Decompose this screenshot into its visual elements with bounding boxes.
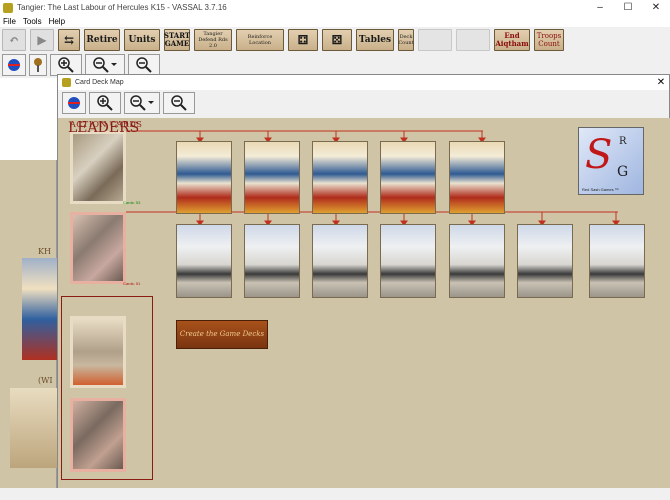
status-strip (0, 488, 670, 500)
logo-caption: Red Sash Games ™ (582, 187, 619, 192)
deck-map-zoom-select-icon[interactable] (124, 92, 160, 114)
maximize-icon[interactable]: ☐ (614, 2, 642, 13)
close-icon[interactable]: ✕ (642, 2, 670, 13)
dice-pair-icon[interactable]: ⚄ (322, 28, 352, 51)
action-deck-1[interactable] (70, 131, 126, 204)
deck-map-board: ACTION CARDS Cards: 53 Cards: 51 LEADERS… (58, 118, 670, 488)
card-deck-map-window: Card Deck Map ✕ ACTION CARDS Cards: 53 C… (57, 74, 670, 488)
deck-count-button[interactable]: Deck Count (398, 28, 414, 51)
vassal-app-icon (3, 2, 13, 13)
main-titlebar: Tangier: The Last Labour of Hercules K15… (0, 0, 670, 15)
building-card-6[interactable] (517, 224, 573, 298)
action-deck-2[interactable] (70, 212, 126, 284)
building-card-3[interactable] (312, 224, 368, 298)
deck-map-zoom-in-icon[interactable] (89, 92, 121, 114)
start-game-button[interactable]: START GAME (164, 28, 190, 51)
logo-letter-r: R (619, 136, 627, 147)
end-aiqtham-button[interactable]: End Aiqtham (494, 28, 530, 51)
deck1-count: Cards: 53 (123, 200, 141, 205)
step-forward-icon[interactable]: ▶ (30, 28, 54, 51)
building-card-7[interactable] (589, 224, 645, 298)
zoom-in-icon[interactable] (50, 54, 82, 76)
tent-card-4[interactable] (380, 141, 436, 214)
zoom-out-icon[interactable] (128, 54, 160, 76)
menu-tools[interactable]: Tools (23, 17, 42, 26)
building-card-5[interactable] (449, 224, 505, 298)
disabled-button-1 (418, 28, 452, 51)
main-map-label-mid: (WI (38, 376, 53, 385)
menu-file[interactable]: File (3, 17, 16, 26)
main-toolbar: ↶ ▶ ⇆ Retire Units START GAME Tangier De… (0, 27, 670, 52)
tent-card-2[interactable] (244, 141, 300, 214)
zoom-select-icon[interactable] (85, 54, 125, 76)
deck-map-toolbar (58, 90, 669, 116)
building-card-2[interactable] (244, 224, 300, 298)
deck-map-globe-icon[interactable] (62, 92, 86, 114)
deck-map-close-icon[interactable]: ✕ (653, 77, 669, 88)
menu-help[interactable]: Help (49, 17, 65, 26)
reinforce-location-button[interactable]: Reinforce Location (236, 28, 284, 51)
building-card-4[interactable] (380, 224, 436, 298)
tables-button[interactable]: Tables (356, 28, 394, 51)
deck2-count: Cards: 51 (123, 281, 141, 286)
building-card-1[interactable] (176, 224, 232, 298)
main-map-figure (10, 388, 57, 468)
main-map-blank (0, 78, 57, 160)
dice-icon[interactable]: ⚃ (288, 28, 318, 51)
tent-card-3[interactable] (312, 141, 368, 214)
retire-button[interactable]: Retire (84, 28, 120, 51)
main-map-tent-card (22, 258, 57, 360)
tent-card-1[interactable] (176, 141, 232, 214)
leader-card-2[interactable] (70, 398, 126, 472)
tent-card-5[interactable] (449, 141, 505, 214)
disabled-button-2 (456, 28, 490, 51)
menubar: File Tools Help (0, 15, 670, 27)
main-map-label-top: KH (38, 247, 51, 256)
deck-map-title: Card Deck Map (75, 79, 124, 86)
minimize-icon[interactable]: – (586, 2, 614, 13)
logo-letter-s: S (585, 132, 613, 178)
leaders-label: LEADERS (68, 120, 140, 136)
units-button[interactable]: Units (124, 28, 160, 51)
logo-letter-g: G (617, 164, 629, 180)
deck-map-app-icon (62, 78, 71, 87)
window-title: Tangier: The Last Labour of Hercules K15… (17, 3, 227, 12)
arrows-icon[interactable]: ⇆ (58, 28, 80, 51)
leader-card-1[interactable] (70, 316, 126, 388)
troops-count-button[interactable]: Troops Count (534, 28, 564, 51)
globe-icon[interactable] (2, 54, 26, 76)
deck-map-zoom-out-icon[interactable] (163, 92, 195, 114)
create-game-decks-button[interactable]: Create the Game Decks (176, 320, 268, 349)
deck-map-titlebar: Card Deck Map ✕ (58, 75, 669, 90)
undo-icon[interactable]: ↶ (2, 28, 26, 51)
tangier-defend-button[interactable]: Tangier Defend Rds 2.0 (194, 28, 232, 51)
red-sash-games-logo: S R G Red Sash Games ™ (578, 127, 644, 195)
pin-icon[interactable] (29, 54, 47, 76)
